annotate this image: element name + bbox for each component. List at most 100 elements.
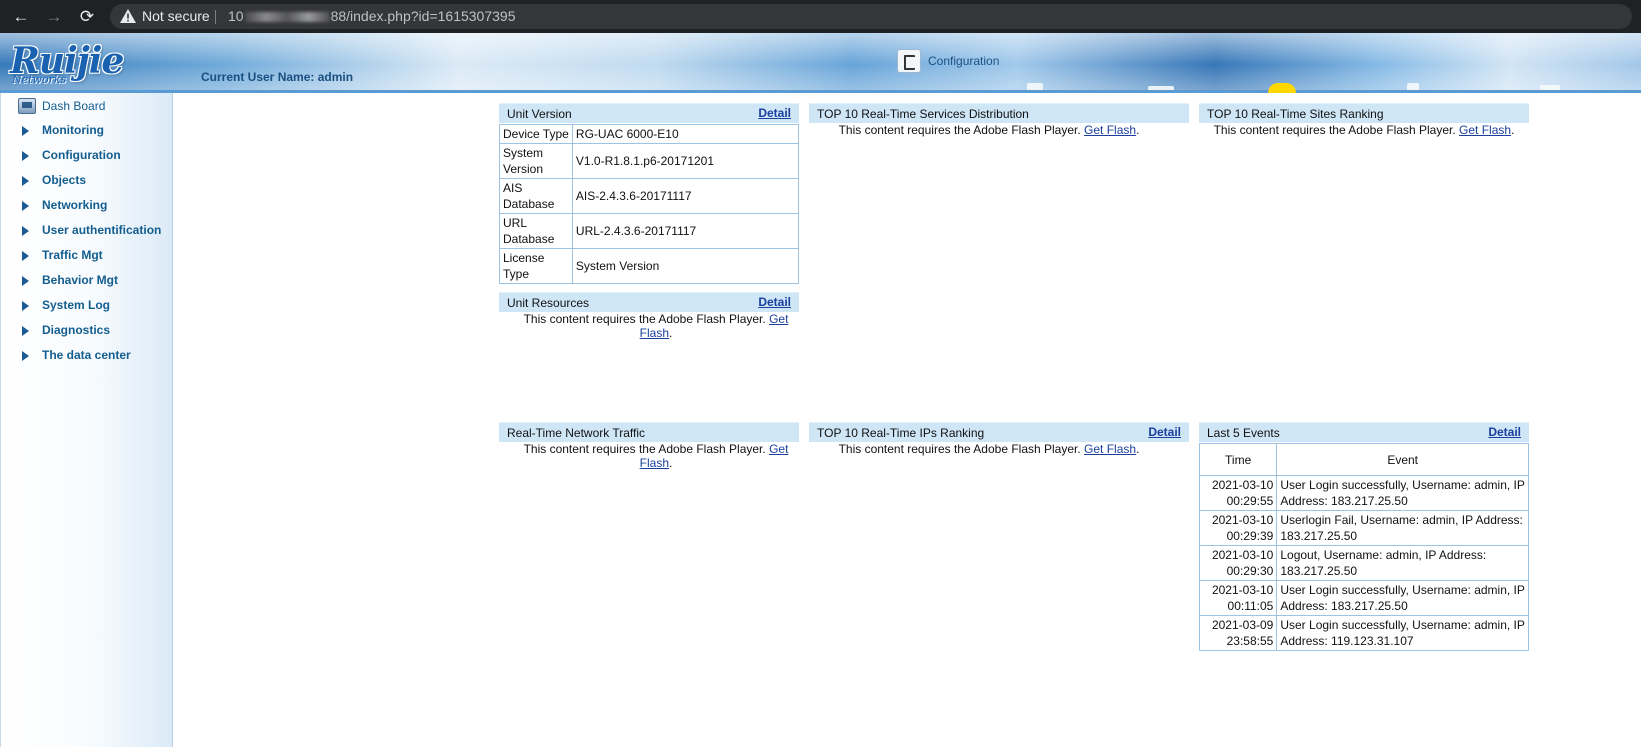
logo-subtitle: Networks [12, 73, 67, 86]
sidebar-item-label: Traffic Mgt [42, 248, 103, 262]
flash-message-suffix: . [669, 456, 673, 470]
flash-message-text: This content requires the Adobe Flash Pl… [523, 442, 766, 456]
event-clock: 00:11:05 [1227, 599, 1274, 613]
expand-arrow-icon [22, 126, 29, 136]
dashboard-icon [18, 98, 36, 114]
get-flash-link[interactable]: Get Flash [1084, 123, 1136, 137]
sidebar-item-label: Objects [42, 173, 87, 187]
detail-link[interactable]: Detail [1488, 425, 1521, 439]
sidebar-item-label: The data center [42, 348, 131, 362]
sidebar-item-configuration[interactable]: Configuration [1, 145, 172, 167]
configuration-icon [897, 49, 921, 73]
event-time: 2021-03-09 23:58:55 [1198, 615, 1278, 651]
row-value: AIS-2.4.3.6-20171117 [571, 178, 800, 214]
flash-message-suffix: . [1136, 123, 1140, 137]
panel-header: TOP 10 Real-Time Services Distribution [809, 103, 1189, 123]
row-value: URL-2.4.3.6-20171117 [571, 213, 800, 249]
reload-icon[interactable]: ⟳ [75, 6, 99, 28]
event-date: 2021-03-10 [1211, 583, 1274, 597]
address-bar[interactable]: Not secure 10 88/index.php?id=1615307395 [110, 4, 1632, 29]
event-time: 2021-03-10 00:29:39 [1198, 510, 1278, 546]
event-text: User Login successfully, Username: admin… [1276, 475, 1529, 511]
header-sun-icon [1268, 83, 1296, 93]
event-text: User Login successfully, Username: admin… [1276, 580, 1529, 616]
header-deco-icon [1407, 83, 1419, 90]
event-date: 2021-03-10 [1211, 548, 1274, 562]
table-row: 2021-03-10 00:11:05 User Login successful… [1198, 580, 1529, 616]
column-header-event: Event [1276, 443, 1529, 476]
panel-title: TOP 10 Real-Time Sites Ranking [1207, 107, 1384, 121]
flash-message-text: This content requires the Adobe Flash Pl… [1213, 123, 1456, 137]
back-arrow-icon[interactable]: ← [9, 6, 33, 28]
panel-header: Last 5 Events Detail [1199, 422, 1529, 442]
security-label[interactable]: Not secure [142, 8, 210, 24]
flash-required-message: This content requires the Adobe Flash Pl… [809, 123, 1169, 137]
flash-required-message: This content requires the Adobe Flash Pl… [1199, 123, 1529, 137]
flash-required-message: This content requires the Adobe Flash Pl… [511, 312, 801, 340]
panel-title: TOP 10 Real-Time IPs Ranking [817, 426, 985, 440]
header-deco-icon [1540, 85, 1560, 90]
sidebar-item-system-log[interactable]: System Log [1, 295, 172, 317]
row-key: License Type [499, 248, 573, 284]
sidebar-item-label: User authentification [42, 223, 162, 237]
sidebar-item-label: Behavior Mgt [42, 273, 119, 287]
row-key: URL Database [499, 213, 573, 249]
flash-required-message: This content requires the Adobe Flash Pl… [511, 442, 801, 470]
url-suffix: 88/index.php?id=1615307395 [330, 8, 516, 24]
browser-toolbar: ← → ⟳ Not secure 10 88/index.php?id=16153… [0, 0, 1641, 33]
ips-ranking-panel: TOP 10 Real-Time IPs Ranking Detail This… [809, 422, 1189, 462]
sidebar-menu: Dash Board Monitoring Configuration Obje… [0, 93, 173, 747]
get-flash-link[interactable]: Get Flash [1084, 442, 1136, 456]
panel-header: TOP 10 Real-Time Sites Ranking [1199, 103, 1529, 123]
table-row: Device Type RG-UAC 6000-E10 [499, 124, 800, 144]
sidebar-item-monitoring[interactable]: Monitoring [1, 120, 172, 142]
url-text[interactable]: 10 88/index.php?id=1615307395 [228, 8, 515, 24]
row-key: AIS Database [499, 178, 573, 214]
detail-link[interactable]: Detail [758, 106, 791, 120]
sidebar-item-label: Networking [42, 198, 108, 212]
sidebar-item-objects[interactable]: Objects [1, 170, 172, 192]
header-deco-icon [1148, 86, 1174, 90]
flash-required-message: This content requires the Adobe Flash Pl… [809, 442, 1169, 456]
event-clock: 00:29:55 [1226, 494, 1274, 508]
unit-version-table: Device Type RG-UAC 6000-E10 System Versi… [499, 124, 800, 284]
detail-link[interactable]: Detail [1148, 425, 1181, 439]
sidebar-item-diagnostics[interactable]: Diagnostics [1, 320, 172, 342]
get-flash-link[interactable]: Get Flash [1459, 123, 1511, 137]
panel-title: Unit Version [507, 107, 572, 121]
sidebar-item-behavior-mgt[interactable]: Behavior Mgt [1, 270, 172, 292]
event-date: 2021-03-10 [1211, 478, 1274, 492]
table-row: 2021-03-10 00:29:55 User Login successful… [1198, 475, 1529, 511]
table-row: License Type System Version [499, 248, 800, 284]
forward-arrow-icon[interactable]: → [42, 6, 66, 28]
last-events-panel: Last 5 Events Detail Time Event 2021-03-… [1198, 422, 1529, 652]
expand-arrow-icon [22, 326, 29, 336]
sidebar-item-dash-board[interactable]: Dash Board [1, 96, 172, 118]
row-value: RG-UAC 6000-E10 [571, 124, 800, 144]
event-clock: 00:29:30 [1226, 564, 1274, 578]
table-row: System Version V1.0-R1.8.1.p6-20171201 [499, 143, 800, 179]
table-header-row: Time Event [1198, 443, 1529, 476]
omnibox-divider [215, 10, 216, 24]
sidebar-item-the-data-center[interactable]: The data center [1, 345, 172, 367]
event-date: 2021-03-10 [1211, 513, 1274, 527]
detail-link[interactable]: Detail [758, 295, 791, 309]
sites-ranking-panel: TOP 10 Real-Time Sites Ranking This cont… [1199, 103, 1529, 143]
ruijie-logo: Ruijie Networks [10, 43, 170, 86]
unit-resources-panel: Unit Resources Detail This content requi… [499, 292, 799, 342]
sidebar-item-traffic-mgt[interactable]: Traffic Mgt [1, 245, 172, 267]
table-row: 2021-03-10 00:29:39 Userlogin Fail, Usern… [1198, 510, 1529, 546]
app-header: Ruijie Networks Current User Name: admin… [0, 33, 1641, 93]
sidebar-item-user-authentification[interactable]: User authentification [1, 220, 172, 242]
flash-message-suffix: . [669, 326, 673, 340]
sidebar-item-label: System Log [42, 298, 111, 312]
panel-title: TOP 10 Real-Time Services Distribution [817, 107, 1029, 121]
event-time: 2021-03-10 00:29:30 [1198, 545, 1278, 581]
table-row: 2021-03-10 00:29:30 Logout, Username: adm… [1198, 545, 1529, 581]
sidebar-item-networking[interactable]: Networking [1, 195, 172, 217]
panel-title: Unit Resources [507, 296, 590, 310]
expand-arrow-icon [22, 301, 29, 311]
header-deco-icon [1027, 83, 1043, 90]
configuration-tab-label: Configuration [928, 54, 1000, 68]
panel-header: Real-Time Network Traffic [499, 422, 799, 442]
